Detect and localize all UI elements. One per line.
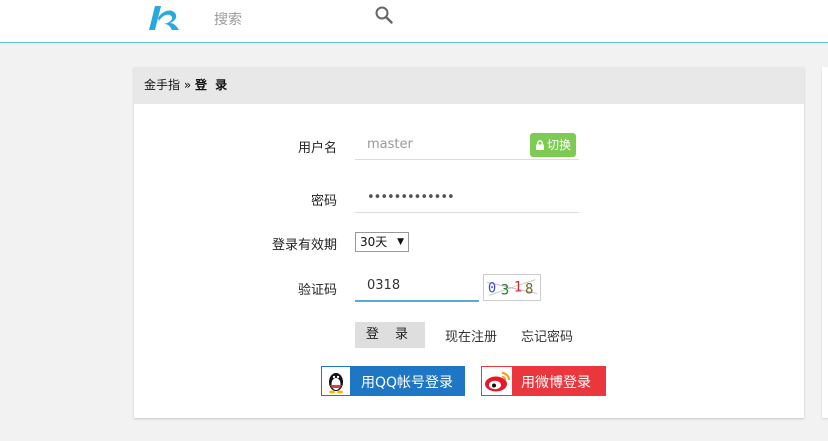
expiry-select[interactable]: 30天 ▼ (355, 232, 409, 252)
captcha-char: 1 (514, 280, 522, 296)
register-link[interactable]: 现在注册 (445, 326, 497, 345)
captcha-char: 8 (525, 282, 533, 298)
captcha-label: 验证码 (297, 283, 337, 298)
captcha-input[interactable] (355, 271, 479, 302)
dropdown-arrow-icon: ▼ (397, 237, 404, 247)
captcha-char: 3 (501, 282, 509, 298)
lock-icon (535, 140, 544, 150)
breadcrumb: 金手指 » 登 录 (134, 67, 804, 104)
password-label: 密码 (310, 194, 337, 209)
qq-login-button[interactable]: 用QQ帐号登录 (321, 366, 465, 396)
switch-button[interactable]: 切换 (530, 133, 576, 157)
captcha-image[interactable]: 0 3 1 8 (483, 274, 541, 301)
search-input[interactable]: 搜索 (214, 9, 242, 29)
expiry-selected-value: 30天 (360, 235, 388, 249)
switch-label: 切换 (546, 138, 571, 152)
expiry-label: 登录有效期 (271, 238, 337, 253)
login-panel: 金手指 » 登 录 用户名 切换 密码 登录有效期 30天 ▼ 验证码 0 3 … (134, 67, 804, 418)
forgot-password-link[interactable]: 忘记密码 (521, 326, 573, 345)
side-panel-edge (822, 67, 828, 418)
breadcrumb-current: 登 录 (195, 78, 230, 92)
breadcrumb-home-link[interactable]: 金手指 (144, 78, 180, 92)
username-label: 用户名 (297, 141, 337, 156)
login-button[interactable]: 登 录 (355, 322, 425, 348)
weibo-login-button[interactable]: 用微博登录 (481, 366, 606, 396)
weibo-icon (482, 367, 512, 395)
breadcrumb-separator: » (180, 78, 195, 92)
qq-penguin-icon (322, 367, 350, 395)
weibo-login-label: 用微博登录 (521, 375, 591, 391)
k-logo-icon[interactable] (146, 2, 182, 34)
qq-login-label: 用QQ帐号登录 (361, 375, 454, 391)
top-bar: 搜索 (0, 0, 828, 43)
captcha-char: 0 (488, 281, 496, 297)
password-input[interactable] (355, 182, 579, 213)
search-icon[interactable] (374, 5, 394, 25)
